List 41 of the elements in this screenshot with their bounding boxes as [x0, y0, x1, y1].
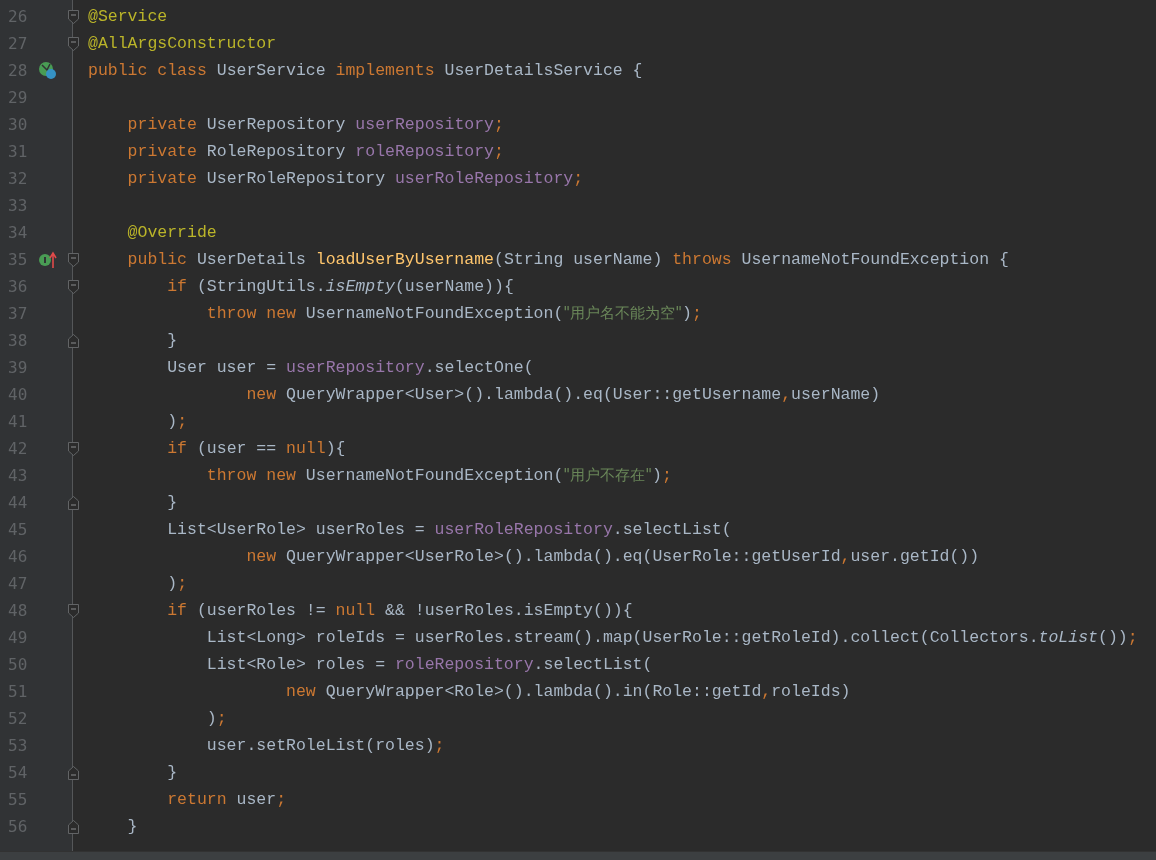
code-line: private UserRepository userRepository;: [126, 115, 504, 134]
unfold-marker-icon[interactable]: [67, 765, 79, 780]
code-line: if (userRoles != null && !userRoles.isEmpty()){: [166, 601, 633, 620]
code-line: new QueryWrapper<User>().lambda().eq(User::getUsername,userName): [245, 385, 881, 404]
code-line: private UserRoleRepository userRoleRepository;: [126, 169, 584, 188]
fold-marker-icon[interactable]: [67, 9, 79, 24]
unfold-marker-icon[interactable]: [67, 819, 79, 834]
code-line: }: [166, 331, 178, 350]
code-line: throw new UsernameNotFoundException("用户不存在");: [205, 466, 672, 485]
code-line: @AllArgsConstructor: [88, 34, 277, 53]
unfold-marker-icon[interactable]: [67, 333, 79, 348]
code-line: List<Long> roleIds = userRoles.stream().map(UserRole::getRoleId).collect(Collectors.toList());: [205, 628, 1138, 647]
code-line: }: [126, 817, 138, 836]
code-line: List<UserRole> userRoles = userRoleRepository.selectList(: [166, 520, 732, 539]
fold-marker-icon[interactable]: [67, 603, 79, 618]
code-line: }: [166, 763, 178, 782]
fold-marker-icon[interactable]: [67, 36, 79, 51]
code-line: user.setRoleList(roles);: [205, 736, 445, 755]
code-line: throw new UsernameNotFoundException("用户名不能为空");: [205, 304, 702, 323]
code-line: @Override: [126, 223, 217, 242]
code-line: return user;: [166, 790, 287, 809]
code-line: public UserDetails loadUserByUsername(String userName) throws UsernameNotFoundException {: [126, 250, 1009, 269]
code-line: );: [166, 412, 188, 431]
implemented-icon[interactable]: [38, 60, 58, 81]
code-line: );: [166, 574, 188, 593]
fold-marker-icon[interactable]: [67, 441, 79, 456]
code-line: new QueryWrapper<Role>().lambda().in(Role::getId,roleIds): [285, 682, 851, 701]
code-line: );: [205, 709, 227, 728]
code-line: new QueryWrapper<UserRole>().lambda().eq(UserRole::getUserId,user.getId()): [245, 547, 980, 566]
unfold-marker-icon[interactable]: [67, 495, 79, 510]
code-line: private RoleRepository roleRepository;: [126, 142, 504, 161]
code-line: }: [166, 493, 178, 512]
code-line: User user = userRepository.selectOne(: [166, 358, 534, 377]
fold-marker-icon[interactable]: [67, 252, 79, 267]
code-line: if (StringUtils.isEmpty(userName)){: [166, 277, 514, 296]
overrides-arrow-icon[interactable]: [38, 249, 58, 270]
code-line: if (user == null){: [166, 439, 346, 458]
code-line: public class UserService implements UserDetailsService {: [88, 61, 643, 80]
fold-marker-icon[interactable]: [67, 279, 79, 294]
code-line: @Service: [88, 7, 168, 26]
code-line: List<Role> roles = roleRepository.selectList(: [205, 655, 653, 674]
